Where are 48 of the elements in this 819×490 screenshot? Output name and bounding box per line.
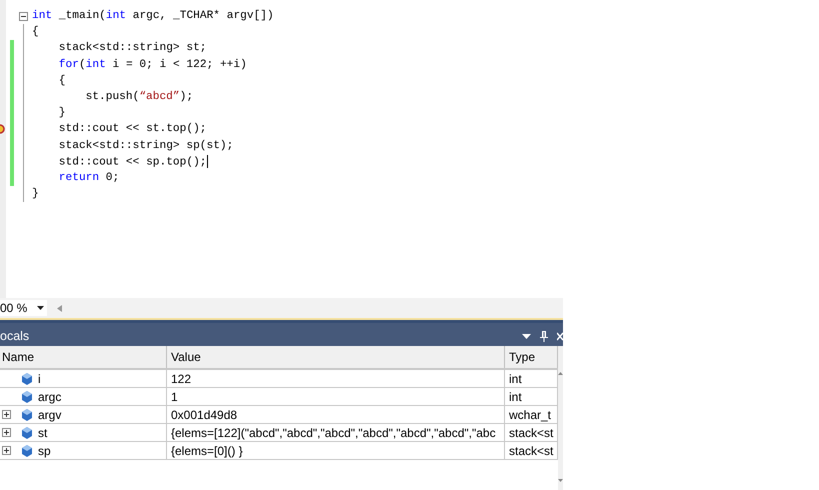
variable-icon <box>22 390 32 402</box>
variable-name: i <box>38 372 41 386</box>
scroll-down-icon[interactable] <box>558 479 563 482</box>
expand-icon[interactable] <box>2 410 11 419</box>
column-header[interactable]: Value <box>167 346 505 368</box>
code-line: } <box>32 188 39 200</box>
variable-icon <box>22 426 32 438</box>
expand-icon[interactable] <box>2 446 11 455</box>
code-line: std::cout << st.top(); <box>58 123 206 136</box>
code-line: return 0; <box>58 172 120 184</box>
scrollbar[interactable] <box>558 346 563 490</box>
collapse-icon[interactable] <box>18 12 28 21</box>
code-line: std::cout << sp.top(); <box>58 155 208 168</box>
code-line: { <box>58 74 66 87</box>
variable-icon <box>22 408 32 420</box>
variable-name: argv <box>38 408 62 422</box>
code-line: stack<std::string> st; <box>58 42 206 54</box>
variable-type: int <box>509 372 522 386</box>
variable-type: stack<st <box>509 426 554 440</box>
code-line: for(int i = 0; i < 122; ++i) <box>58 58 247 71</box>
panel-title: ocals <box>0 329 30 343</box>
variable-value: 122 <box>171 372 192 386</box>
code-line: st.push(“abcd”); <box>86 91 194 104</box>
code-line: { <box>32 26 39 38</box>
dropdown-icon[interactable] <box>522 334 531 338</box>
pin-icon[interactable] <box>540 330 548 342</box>
variable-value: {elems=[122]("abcd","abcd","abcd","abcd","abcd","abcd","abc <box>171 426 496 440</box>
variable-name: sp <box>38 444 51 458</box>
variable-icon <box>22 372 32 384</box>
scroll-up-icon[interactable] <box>558 372 563 375</box>
variable-type: wchar_t <box>509 408 552 422</box>
variable-value: {elems=[0]() } <box>171 444 243 458</box>
code-line: int _tmain(int argc, _TCHAR* argv[]) <box>32 10 274 22</box>
variable-icon <box>22 444 32 456</box>
variable-type: stack<st <box>509 444 554 458</box>
code-line: stack<std::string> sp(st); <box>58 140 234 152</box>
code-line: } <box>58 107 66 120</box>
zoom-dropdown[interactable]: 00 % <box>0 300 47 316</box>
variable-value: 0x001d49d8 <box>171 408 238 422</box>
caret-icon[interactable] <box>37 306 44 310</box>
expand-icon[interactable] <box>2 428 11 437</box>
variable-name: argc <box>38 390 62 404</box>
scroll-left-icon[interactable] <box>57 304 62 312</box>
variable-name: st <box>38 426 48 440</box>
variable-type: int <box>509 390 522 404</box>
variable-value: 1 <box>171 390 178 404</box>
close-icon[interactable] <box>557 332 563 340</box>
column-header[interactable]: Name <box>0 346 167 368</box>
